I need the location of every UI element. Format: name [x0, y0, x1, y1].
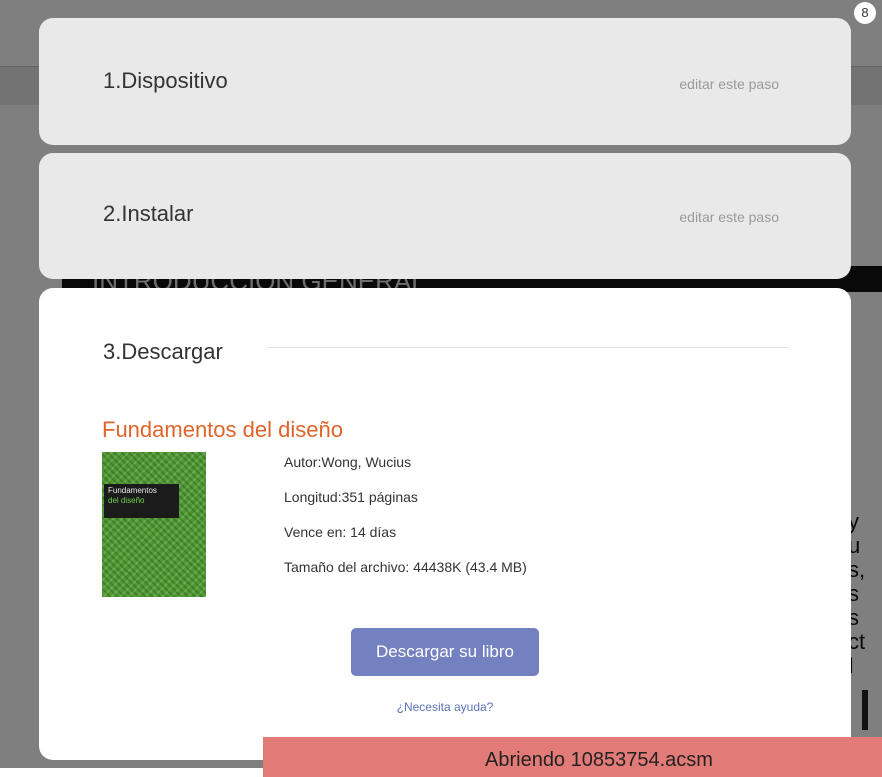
help-link: ¿Necesita ayuda?: [39, 700, 851, 714]
step-instalar-card[interactable]: 2.Instalar editar este paso: [39, 153, 851, 279]
notification-badge[interactable]: 8: [854, 2, 876, 24]
step-title: 3.Descargar: [103, 339, 223, 364]
step-dispositivo-card[interactable]: 1.Dispositivo editar este paso: [39, 18, 851, 145]
step-title: 2.Instalar: [103, 201, 194, 226]
download-book-button[interactable]: Descargar su libro: [351, 628, 539, 676]
book-length: Longitud:351 páginas: [284, 489, 418, 505]
book-title: Fundamentos del diseño: [102, 417, 343, 442]
help-link-text[interactable]: ¿Necesita ayuda?: [397, 700, 494, 714]
step-descargar-card: 3.Descargar Fundamentos del diseño Funda…: [39, 288, 851, 760]
opening-file-toast: Abriendo 10853754.acsm: [263, 737, 882, 777]
book-author: Autor:Wong, Wucius: [284, 454, 412, 470]
cover-title-band: Fundamentos del diseño: [104, 484, 179, 518]
edit-step-link[interactable]: editar este paso: [679, 76, 779, 92]
book-details: Autor:Wong, Wucius Longitud:351 páginas …: [284, 454, 527, 594]
book-file-size: Tamaño del archivo: 44438K (43.4 MB): [284, 559, 527, 575]
edit-step-link[interactable]: editar este paso: [679, 209, 779, 225]
book-expires: Vence en: 14 días: [284, 524, 397, 540]
book-cover: Fundamentos del diseño: [102, 452, 206, 597]
cover-title-line1: Fundamentos: [108, 486, 157, 495]
divider: [267, 347, 789, 348]
step-title: 1.Dispositivo: [103, 68, 228, 93]
cover-title-line2: del diseño: [108, 496, 145, 505]
